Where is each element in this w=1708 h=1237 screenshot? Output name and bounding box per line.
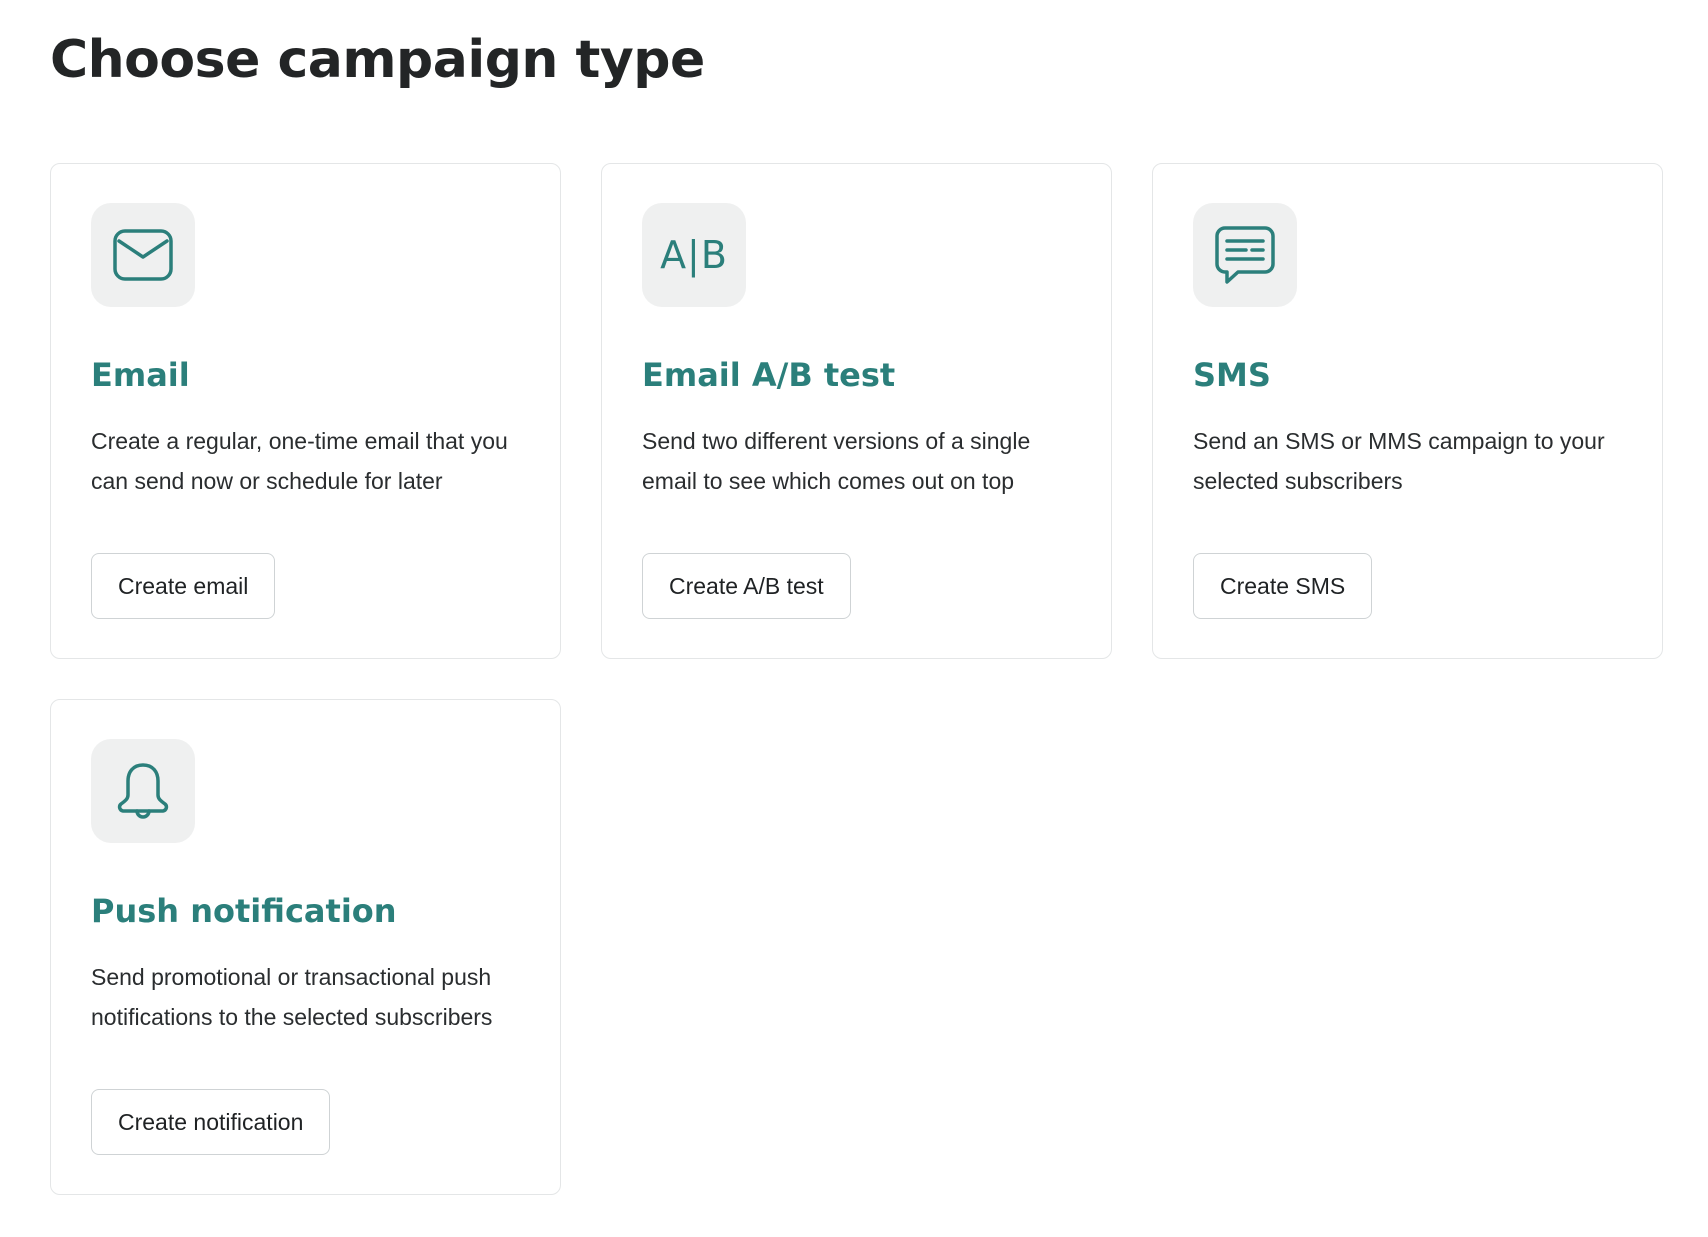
page-title: Choose campaign type — [50, 30, 705, 90]
icon-tile: A|B — [642, 203, 746, 307]
icon-tile — [1193, 203, 1297, 307]
card-description: Send an SMS or MMS campaign to your sele… — [1193, 428, 1605, 494]
campaign-card-email: Email Create a regular, one-time email t… — [50, 163, 561, 659]
bell-icon — [117, 763, 169, 819]
campaign-card-push-notification: Push notification Send promotional or tr… — [50, 699, 561, 1195]
card-title: Email — [91, 356, 190, 394]
card-description: Create a regular, one-time email that yo… — [91, 428, 508, 494]
icon-tile — [91, 203, 195, 307]
create-ab-test-button[interactable]: Create A/B test — [642, 553, 851, 619]
card-title: Email A/B test — [642, 356, 896, 394]
campaign-card-sms: SMS Send an SMS or MMS campaign to your … — [1152, 163, 1663, 659]
create-notification-button[interactable]: Create notification — [91, 1089, 331, 1155]
envelope-icon — [113, 229, 173, 281]
card-title: Push notification — [91, 892, 397, 930]
icon-tile — [91, 739, 195, 843]
message-icon — [1215, 226, 1275, 284]
card-title: SMS — [1193, 356, 1271, 394]
campaign-type-grid: Email Create a regular, one-time email t… — [50, 163, 1663, 1195]
ab-test-icon: A|B — [660, 233, 728, 277]
campaign-type-page: Choose campaign type Email Create a regu… — [0, 0, 1708, 1237]
create-email-button[interactable]: Create email — [91, 553, 276, 619]
create-sms-button[interactable]: Create SMS — [1193, 553, 1373, 619]
card-description: Send two different versions of a single … — [642, 428, 1031, 494]
card-description: Send promotional or transactional push n… — [91, 964, 493, 1030]
campaign-card-ab-test: A|B Email A/B test Send two different ve… — [601, 163, 1112, 659]
